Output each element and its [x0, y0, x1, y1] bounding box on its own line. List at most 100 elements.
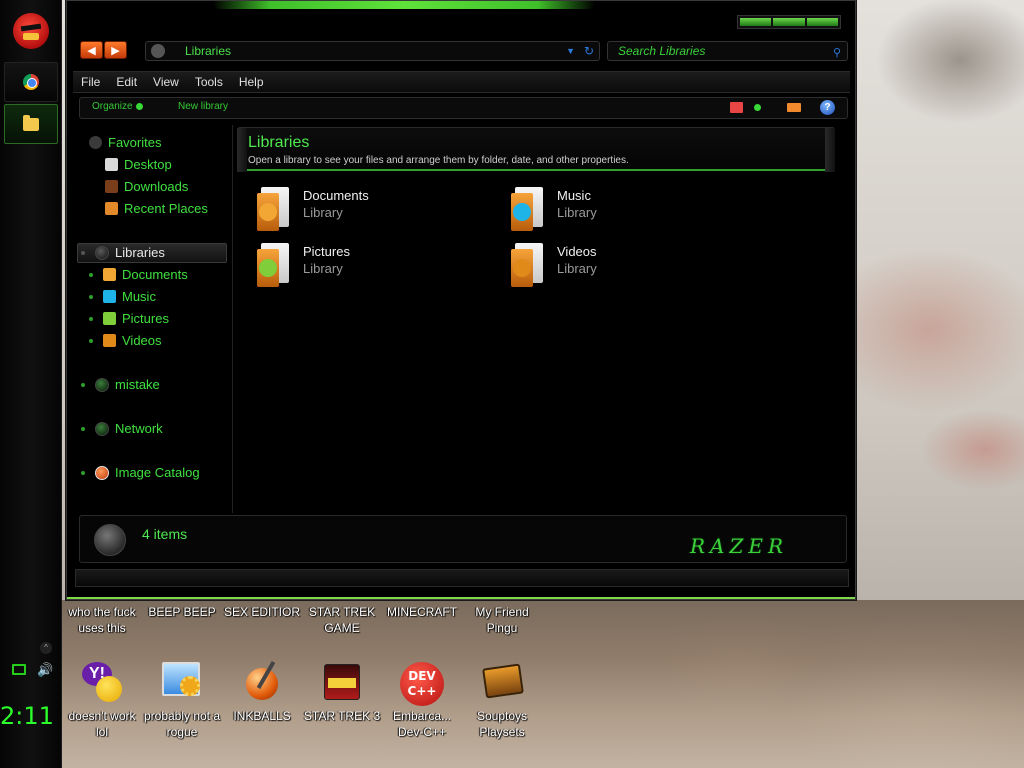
- item-count: 4 items: [142, 526, 188, 542]
- desktop-shortcut-yahoo[interactable]: Y! doesn't work lol: [63, 660, 141, 740]
- forward-button[interactable]: ▶: [104, 41, 127, 59]
- documents-library-icon: [257, 187, 291, 231]
- documents-icon: [103, 268, 116, 281]
- menu-help[interactable]: Help: [231, 72, 272, 92]
- explorer-window: ◀ ▶ Libraries ▼ ↻ Search Libraries ⚲ Fil…: [66, 0, 856, 600]
- music-icon: [103, 290, 116, 303]
- refresh-icon[interactable]: ↻: [584, 42, 594, 60]
- network-tray-icon[interactable]: [12, 664, 26, 675]
- taskbar-clock[interactable]: 2:11: [0, 702, 62, 730]
- nav-pictures[interactable]: Pictures: [89, 311, 169, 326]
- tray-expand-icon[interactable]: ^: [40, 642, 52, 654]
- libraries-orb-icon: [95, 245, 109, 260]
- expand-icon[interactable]: [89, 338, 93, 343]
- address-dropdown-icon[interactable]: ▼: [566, 42, 575, 60]
- library-documents[interactable]: Documents Library: [257, 187, 369, 231]
- libraries-icon: [151, 44, 165, 58]
- expand-icon[interactable]: [81, 426, 85, 431]
- search-icon[interactable]: ⚲: [833, 44, 841, 62]
- nav-network-label: Network: [115, 421, 163, 436]
- homegroup-icon: [95, 377, 109, 392]
- network-icon: [95, 421, 109, 436]
- razer-logo: RAZER: [690, 534, 789, 558]
- content-area: Libraries Open a library to see your fil…: [233, 123, 851, 513]
- library-music[interactable]: Music Library: [511, 187, 597, 231]
- address-bar[interactable]: Libraries ▼ ↻: [145, 41, 600, 61]
- nav-desktop[interactable]: Desktop: [105, 157, 172, 172]
- desktop-shortcut-label: STAR TREK 3: [303, 709, 381, 723]
- desktop-icon-label[interactable]: MINECRAFT: [381, 604, 463, 620]
- library-name: Music: [557, 188, 591, 203]
- desktop-icon: [105, 158, 118, 171]
- close-button[interactable]: [806, 18, 838, 26]
- nav-downloads[interactable]: Downloads: [105, 179, 188, 194]
- menu-tools[interactable]: Tools: [187, 72, 231, 92]
- change-view-icon[interactable]: [730, 102, 743, 113]
- nav-favorites[interactable]: Favorites: [89, 135, 161, 150]
- downloads-icon: [105, 180, 118, 193]
- library-pictures[interactable]: Pictures Library: [257, 243, 350, 287]
- desktop-shortcut-souptoys[interactable]: Souptoys Playsets: [463, 660, 541, 740]
- desktop-shortcut-label: probably not a rogue: [143, 709, 221, 739]
- recent-places-icon: [105, 202, 118, 215]
- start-button[interactable]: [6, 4, 56, 58]
- desktop-icon-label[interactable]: SEX EDITIOR: [221, 604, 303, 620]
- smiley-shape: [96, 676, 122, 702]
- nav-desktop-label: Desktop: [124, 157, 172, 172]
- volume-tray-icon[interactable]: 🔊: [37, 662, 53, 678]
- desktop-shortcut-dev-cpp[interactable]: DEV C++ Embarca... Dev-C++: [383, 660, 461, 740]
- organize-button[interactable]: Organize: [92, 101, 143, 112]
- picture-badge-icon: [259, 259, 277, 277]
- desktop-icon-label[interactable]: My Friend Pingu: [461, 604, 543, 636]
- nav-videos[interactable]: Videos: [89, 333, 162, 348]
- details-pane: 4 items RAZER: [79, 515, 847, 563]
- desktop-shortcut-star-trek-3[interactable]: STAR TREK 3: [303, 660, 381, 724]
- desktop-shortcut-label: Embarca... Dev-C++: [392, 709, 452, 739]
- expand-icon[interactable]: [81, 250, 85, 255]
- library-name: Videos: [557, 244, 597, 259]
- desktop-icon-label[interactable]: BEEP BEEP: [141, 604, 223, 620]
- nav-libraries[interactable]: Libraries: [81, 245, 165, 260]
- expand-icon[interactable]: [81, 382, 85, 387]
- nav-network[interactable]: Network: [81, 421, 163, 436]
- help-icon[interactable]: ?: [820, 100, 835, 115]
- pictures-library-icon: [257, 243, 291, 287]
- nav-pictures-label: Pictures: [122, 311, 169, 326]
- address-text: Libraries: [185, 44, 232, 58]
- menu-view[interactable]: View: [145, 72, 187, 92]
- document-badge-icon: [259, 203, 277, 221]
- pictures-icon: [103, 312, 116, 325]
- expand-icon[interactable]: [89, 316, 93, 321]
- taskbar-chrome-button[interactable]: [4, 62, 58, 102]
- playset-box-shape: [482, 663, 524, 699]
- maximize-button[interactable]: [773, 18, 805, 26]
- nav-documents[interactable]: Documents: [89, 267, 188, 282]
- back-button[interactable]: ◀: [80, 41, 103, 59]
- expand-icon[interactable]: [81, 470, 85, 475]
- expand-icon[interactable]: [89, 272, 93, 277]
- nav-image-catalog[interactable]: Image Catalog: [81, 465, 200, 480]
- taskbar-explorer-button[interactable]: [4, 104, 58, 144]
- new-library-button[interactable]: New library: [178, 101, 228, 112]
- page-subtitle: Open a library to see your files and arr…: [248, 155, 629, 166]
- nav-mistake[interactable]: mistake: [81, 377, 160, 392]
- desktop-icon-label[interactable]: STAR TREK GAME: [301, 604, 383, 636]
- library-type: Library: [303, 261, 343, 276]
- desktop-shortcut-rogue[interactable]: probably not a rogue: [143, 660, 221, 740]
- nav-music[interactable]: Music: [89, 289, 156, 304]
- view-options-icon[interactable]: [754, 104, 761, 111]
- expand-icon[interactable]: [89, 294, 93, 299]
- music-badge-icon: [513, 203, 531, 221]
- command-bar: Organize New library ?: [79, 97, 848, 119]
- library-name: Documents: [303, 188, 369, 203]
- search-input[interactable]: Search Libraries ⚲: [607, 41, 848, 61]
- minimize-button[interactable]: [740, 18, 772, 26]
- nav-recent-places[interactable]: Recent Places: [105, 201, 208, 216]
- library-videos[interactable]: Videos Library: [511, 243, 597, 287]
- desktop-icon-label[interactable]: who the fuck uses this: [61, 604, 143, 636]
- menu-edit[interactable]: Edit: [108, 72, 145, 92]
- desktop-shortcut-inkballs[interactable]: INKBALLS: [223, 660, 301, 724]
- menu-file[interactable]: File: [73, 72, 108, 92]
- preview-pane-icon[interactable]: [787, 103, 801, 112]
- header-grip-left: [237, 128, 247, 172]
